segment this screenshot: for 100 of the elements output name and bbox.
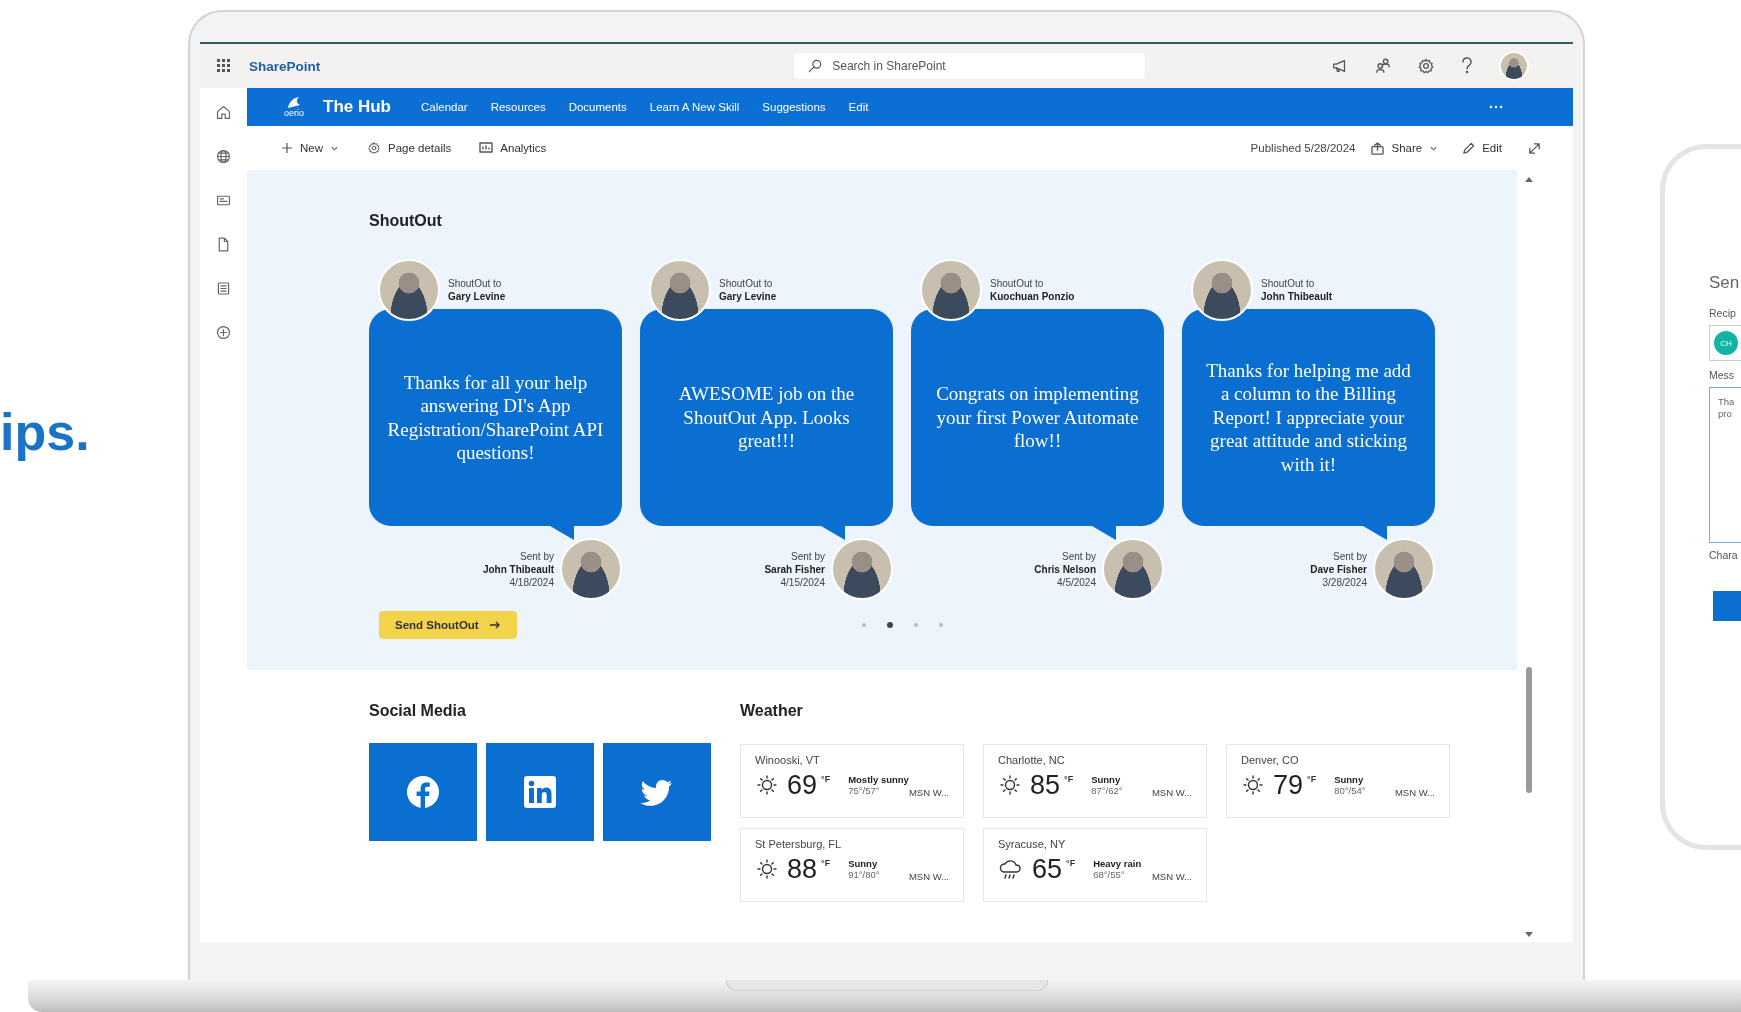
site-title[interactable]: The Hub — [323, 97, 391, 117]
message-label: Mess — [1709, 369, 1736, 381]
nav-link[interactable]: Suggestions — [762, 101, 826, 113]
sender-name: John Thibeault — [482, 562, 554, 576]
scrollbar-thumb[interactable] — [1526, 667, 1532, 793]
home-icon[interactable] — [215, 104, 232, 121]
sender-label: Sent by — [791, 549, 825, 563]
section-title: Weather — [740, 701, 804, 721]
command-button[interactable]: New — [281, 142, 339, 154]
pager-dot[interactable] — [913, 623, 918, 627]
user-avatar — [1499, 51, 1529, 81]
pager-dot[interactable] — [886, 622, 893, 628]
sender-label: Sent by — [1333, 549, 1367, 563]
weather-source: MSN W... — [1151, 787, 1192, 798]
scroll-down-icon[interactable] — [1524, 931, 1534, 938]
send-shoutout-button[interactable]: Send ShoutOut — [379, 611, 517, 639]
app-name[interactable]: SharePoint — [249, 58, 321, 74]
weather-condition: Mostly sunny — [848, 774, 909, 785]
pencil-icon — [1462, 141, 1476, 155]
globe-icon[interactable] — [215, 148, 232, 165]
sun-icon — [1241, 773, 1265, 797]
temperature-range: 87°/62° — [1091, 785, 1123, 796]
published-date: Published 5/28/2024 — [1250, 142, 1356, 154]
nav-link[interactable]: Edit — [848, 101, 869, 113]
shoutout-message: Thanks for all your help answering DI's App Registration/SharePoint API questions! — [387, 370, 604, 465]
pager-dot[interactable] — [938, 623, 943, 627]
search-field[interactable]: Search in SharePoint — [793, 52, 1147, 80]
sun-icon — [998, 773, 1022, 797]
sent-date: 3/28/2024 — [1322, 575, 1367, 589]
settings-icon — [367, 141, 381, 155]
message-field[interactable]: Tha pro — [1709, 387, 1741, 543]
nav-link[interactable]: Documents — [568, 101, 627, 113]
weather-source: MSN W... — [1151, 871, 1192, 882]
settings-icon[interactable] — [1417, 57, 1435, 75]
arrow-right-icon — [488, 620, 501, 630]
list-icon[interactable] — [215, 280, 232, 297]
recipient-name: Gary Levine — [719, 290, 777, 303]
add-icon[interactable] — [215, 324, 232, 341]
nav-link[interactable]: Learn A New Skill — [649, 101, 740, 113]
linkedin-icon — [523, 775, 557, 809]
twitter-button[interactable] — [603, 743, 711, 841]
sun-icon — [755, 857, 779, 881]
temperature-unit: °F — [1064, 774, 1074, 784]
temperature-range: 75°/57° — [848, 785, 881, 796]
temperature-unit: °F — [821, 774, 831, 784]
temperature: 69 — [787, 770, 818, 800]
rain-cloud-icon — [998, 857, 1024, 881]
command-button[interactable]: Edit — [1462, 141, 1502, 155]
site-logo[interactable]: oerio — [277, 96, 311, 118]
command-button[interactable]: Share — [1371, 141, 1439, 155]
facebook-icon — [406, 775, 440, 809]
linkedin-button[interactable] — [486, 743, 594, 841]
people-icon[interactable] — [1374, 57, 1392, 75]
weather-condition: Sunny — [848, 858, 879, 869]
more-icon[interactable] — [1489, 105, 1503, 109]
expand-icon[interactable] — [1528, 141, 1541, 155]
command-button[interactable]: Page details — [367, 141, 452, 155]
app-launcher-icon[interactable] — [216, 59, 231, 73]
weather-source: MSN W... — [1394, 787, 1435, 798]
city-name: Denver, CO — [1241, 754, 1300, 766]
nav-link[interactable]: Resources — [490, 101, 546, 113]
recipient-label: ShoutOut to — [990, 277, 1045, 290]
sender-label: Sent by — [1062, 549, 1096, 563]
share-icon — [1371, 141, 1385, 155]
weather-condition: Sunny — [1334, 774, 1365, 785]
shoutout-message: AWESOME job on the ShoutOut App. Looks great!!! — [677, 382, 856, 453]
recipient-initials: CH — [1714, 331, 1738, 355]
recipients-label: Recip — [1709, 307, 1737, 319]
sun-icon — [755, 773, 779, 797]
city-name: Winooski, VT — [755, 754, 821, 766]
form-title: Sen — [1709, 273, 1741, 293]
temperature-range: 80°/54° — [1334, 785, 1366, 796]
recipient-name: Gary Levine — [448, 290, 506, 303]
section-title: ShoutOut — [369, 211, 443, 231]
temperature: 65 — [1032, 854, 1063, 884]
sender-name: Dave Fisher — [1310, 562, 1367, 576]
help-icon[interactable] — [1460, 57, 1474, 75]
temperature: 79 — [1273, 770, 1304, 800]
scroll-up-icon[interactable] — [1524, 176, 1534, 183]
plus-icon — [281, 142, 293, 154]
weather-source: MSN W... — [908, 871, 949, 882]
recipient-label: ShoutOut to — [1261, 277, 1316, 290]
temperature: 88 — [787, 854, 818, 884]
recipient-label: ShoutOut to — [719, 277, 774, 290]
temperature-unit: °F — [1307, 774, 1317, 784]
sender-name: Sarah Fisher — [764, 562, 825, 576]
recipient-name: John Thibeault — [1261, 290, 1333, 303]
weather-condition: Sunny — [1091, 774, 1122, 785]
sender-label: Sent by — [520, 549, 554, 563]
sent-date: 4/5/2024 — [1057, 575, 1096, 589]
sent-date: 4/18/2024 — [509, 575, 554, 589]
temperature-unit: °F — [821, 858, 831, 868]
temperature: 85 — [1030, 770, 1061, 800]
temperature-unit: °F — [1066, 858, 1076, 868]
nav-link[interactable]: Calendar — [421, 101, 468, 113]
command-button[interactable]: Analytics — [479, 142, 547, 154]
weather-source: MSN W... — [908, 787, 949, 798]
pager-dot[interactable] — [861, 623, 866, 627]
character-count-label: Chara — [1709, 549, 1739, 561]
facebook-button[interactable] — [369, 743, 477, 841]
